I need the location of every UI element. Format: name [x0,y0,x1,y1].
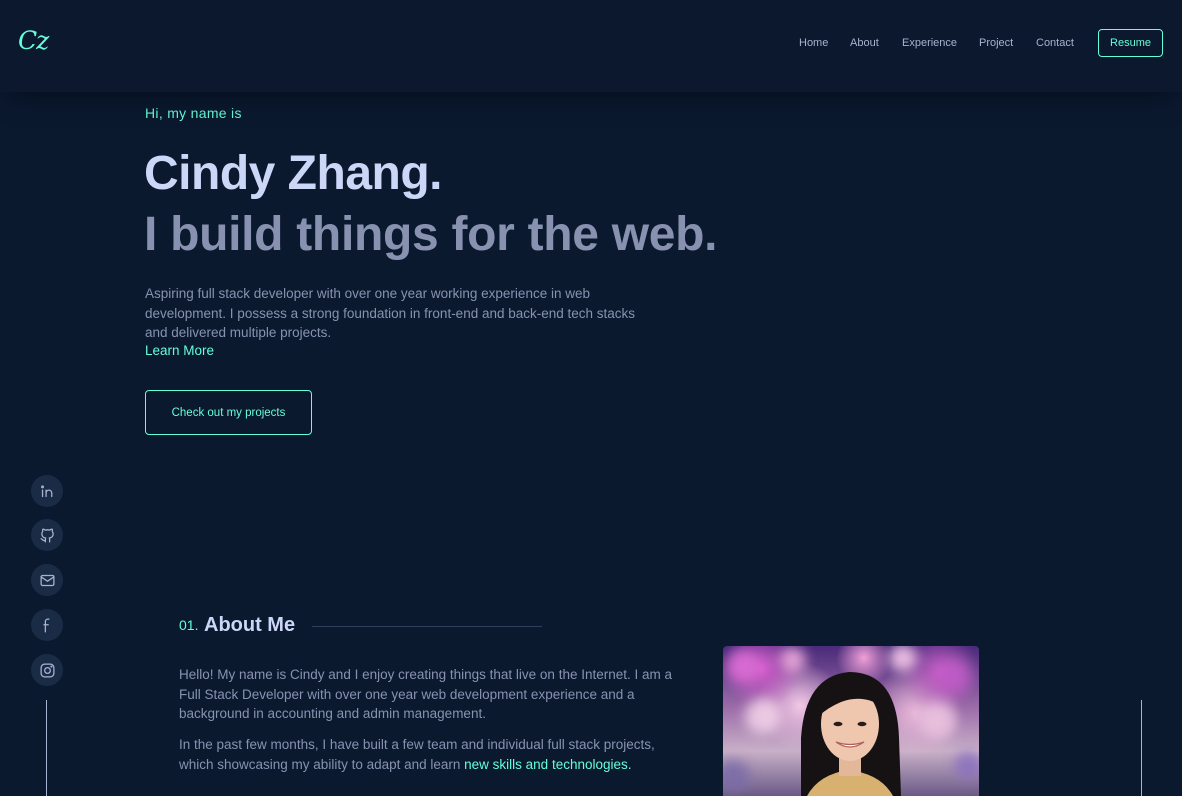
github-link[interactable] [31,519,63,551]
resume-button[interactable]: Resume [1098,29,1163,57]
nav-home[interactable]: Home [799,37,828,49]
mail-link[interactable] [31,564,63,596]
hero-name: Cindy Zhang. [144,147,442,200]
learn-more-link[interactable]: Learn More [145,343,214,358]
main-nav: Home About Experience Project Contact [0,37,1182,51]
email-divider-line [1141,700,1142,796]
nav-contact[interactable]: Contact [1036,37,1074,49]
nav-experience[interactable]: Experience [902,37,957,49]
nav-about[interactable]: About [850,37,879,49]
about-section-title: About Me [204,614,296,636]
about-paragraph-2: In the past few months, I have built a f… [179,735,659,774]
facebook-icon [42,617,50,633]
skills-highlight: new skills and technologies. [464,756,632,772]
section-divider [312,626,542,627]
hero-bio: Aspiring full stack developer with over … [145,286,636,340]
instagram-icon [39,662,55,678]
about-section-number: 01. [179,617,199,633]
github-icon [39,528,54,543]
hero-greeting: Hi, my name is [145,105,242,121]
mail-icon [39,574,55,586]
hero-tagline: I build things for the web. [144,208,718,261]
portrait-illustration [723,646,979,796]
linkedin-icon [40,484,52,497]
profile-photo [723,646,979,796]
linkedin-link[interactable] [31,475,63,507]
site-header: Cz Home About Experience Project Contact… [0,0,1182,92]
about-paragraph-1: Hello! My name is Cindy and I enjoy crea… [179,667,673,721]
social-divider-line [46,700,47,796]
instagram-link[interactable] [31,654,63,686]
nav-project[interactable]: Project [979,37,1013,49]
check-projects-button[interactable]: Check out my projects [145,390,312,435]
facebook-link[interactable] [31,609,63,641]
